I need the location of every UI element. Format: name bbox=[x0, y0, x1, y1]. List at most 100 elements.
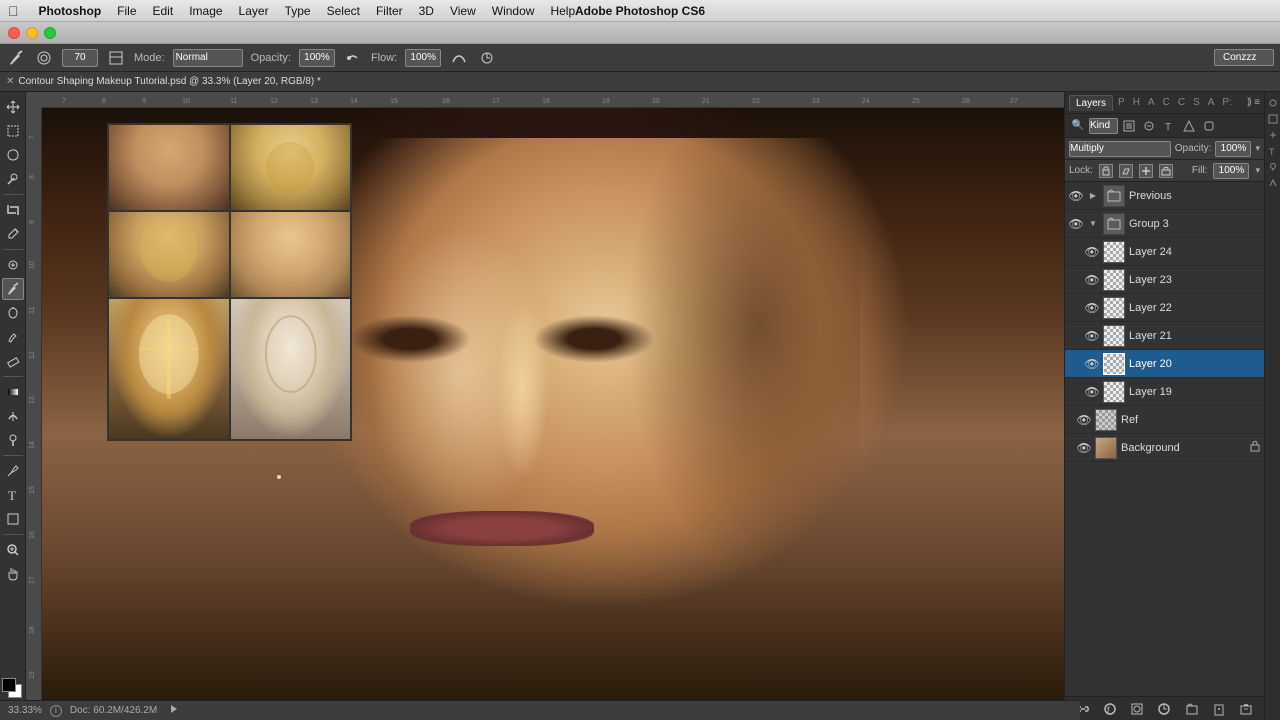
history-brush-tool[interactable] bbox=[2, 326, 24, 348]
brush-preset-icon[interactable] bbox=[106, 48, 126, 68]
visibility-19[interactable]: 👁 bbox=[1085, 385, 1099, 399]
dodge-tool[interactable] bbox=[2, 429, 24, 451]
shape-tool[interactable] bbox=[2, 508, 24, 530]
brush-tool-left[interactable] bbox=[2, 278, 24, 300]
far-right-btn-5[interactable] bbox=[1266, 160, 1280, 174]
brush-tool-icon[interactable] bbox=[6, 48, 26, 68]
pen-pressure-icon[interactable] bbox=[477, 48, 497, 68]
tab-c2[interactable]: C bbox=[1175, 95, 1188, 110]
magic-wand-tool[interactable] bbox=[2, 168, 24, 190]
new-group-btn[interactable] bbox=[1183, 700, 1201, 718]
filter-smart-icon[interactable] bbox=[1200, 117, 1218, 135]
maximize-button[interactable] bbox=[44, 27, 56, 39]
fill-value-input[interactable] bbox=[1213, 163, 1249, 179]
clone-stamp-tool[interactable] bbox=[2, 302, 24, 324]
lasso-tool[interactable] bbox=[2, 144, 24, 166]
menu-edit[interactable]: Edit bbox=[153, 4, 174, 18]
far-right-btn-1[interactable] bbox=[1266, 96, 1280, 110]
menu-3d[interactable]: 3D bbox=[419, 4, 434, 18]
menu-select[interactable]: Select bbox=[327, 4, 360, 18]
mode-select[interactable]: Normal Multiply Screen Overlay bbox=[173, 49, 243, 67]
panel-expand-icon[interactable]: ⟫ bbox=[1247, 97, 1253, 108]
layer-item-20[interactable]: 👁 Layer 20 bbox=[1065, 350, 1264, 378]
preset-picker[interactable]: Conzzz bbox=[1214, 49, 1274, 66]
layer-item-background[interactable]: 👁 Background bbox=[1065, 434, 1264, 462]
hand-tool[interactable] bbox=[2, 563, 24, 585]
filter-text-icon[interactable]: T bbox=[1160, 117, 1178, 135]
menu-view[interactable]: View bbox=[450, 4, 476, 18]
canvas-content[interactable] bbox=[42, 108, 1064, 700]
layer-item-group3[interactable]: 👁 ▼ Group 3 bbox=[1065, 210, 1264, 238]
tab-p2[interactable]: P: bbox=[1219, 95, 1234, 110]
marquee-tool[interactable] bbox=[2, 120, 24, 142]
tab-a2[interactable]: A bbox=[1205, 95, 1218, 110]
eyedropper-tool[interactable] bbox=[2, 223, 24, 245]
menu-file[interactable]: File bbox=[117, 4, 136, 18]
zoom-tool[interactable] bbox=[2, 539, 24, 561]
visibility-23[interactable]: 👁 bbox=[1085, 273, 1099, 287]
flow-input[interactable] bbox=[405, 49, 441, 67]
menu-filter[interactable]: Filter bbox=[376, 4, 403, 18]
far-right-btn-4[interactable]: T bbox=[1266, 144, 1280, 158]
opacity-value-layers[interactable] bbox=[1215, 141, 1251, 157]
menu-help[interactable]: Help bbox=[550, 4, 575, 18]
visibility-group3[interactable]: 👁 bbox=[1069, 217, 1083, 231]
far-right-btn-2[interactable] bbox=[1266, 112, 1280, 126]
move-tool[interactable] bbox=[2, 96, 24, 118]
blur-tool[interactable] bbox=[2, 405, 24, 427]
airbrush-icon[interactable] bbox=[343, 48, 363, 68]
lock-all-btn[interactable] bbox=[1159, 164, 1173, 178]
far-right-btn-6[interactable] bbox=[1266, 176, 1280, 190]
tab-a1[interactable]: A bbox=[1145, 95, 1158, 110]
close-button[interactable] bbox=[8, 27, 20, 39]
status-info-icon[interactable]: i bbox=[50, 705, 62, 717]
visibility-ref[interactable]: 👁 bbox=[1077, 413, 1091, 427]
eraser-tool[interactable] bbox=[2, 350, 24, 372]
visibility-21[interactable]: 👁 bbox=[1085, 329, 1099, 343]
apple-menu[interactable]:  bbox=[8, 3, 19, 19]
filter-kind-select[interactable]: Kind Name Effect bbox=[1089, 118, 1118, 134]
channels-tab[interactable]: P bbox=[1115, 95, 1128, 110]
paths-tab[interactable]: H bbox=[1130, 95, 1143, 110]
foreground-color-swatch[interactable] bbox=[2, 678, 16, 692]
far-right-btn-3[interactable] bbox=[1266, 128, 1280, 142]
menu-image[interactable]: Image bbox=[189, 4, 222, 18]
menu-window[interactable]: Window bbox=[492, 4, 535, 18]
visibility-previous[interactable]: 👁 bbox=[1069, 189, 1083, 203]
add-style-btn[interactable]: f bbox=[1101, 700, 1119, 718]
layer-item-23[interactable]: 👁 Layer 23 bbox=[1065, 266, 1264, 294]
new-layer-btn[interactable] bbox=[1210, 700, 1228, 718]
opacity-arrow-icon[interactable]: ▾ bbox=[1255, 143, 1260, 154]
layers-tab[interactable]: Layers bbox=[1069, 95, 1113, 111]
doc-close-button[interactable]: ✕ bbox=[6, 76, 14, 87]
group-arrow-previous[interactable]: ▶ bbox=[1087, 190, 1099, 202]
play-button[interactable] bbox=[169, 704, 179, 717]
visibility-background[interactable]: 👁 bbox=[1077, 441, 1091, 455]
gradient-tool[interactable] bbox=[2, 381, 24, 403]
layer-item-24[interactable]: 👁 Layer 24 bbox=[1065, 238, 1264, 266]
lock-image-btn[interactable] bbox=[1119, 164, 1133, 178]
brush-options-icon[interactable] bbox=[34, 48, 54, 68]
healing-brush-tool[interactable] bbox=[2, 254, 24, 276]
search-kind-icon[interactable]: 🔍 bbox=[1069, 117, 1087, 135]
visibility-22[interactable]: 👁 bbox=[1085, 301, 1099, 315]
group-arrow-group3[interactable]: ▼ bbox=[1087, 218, 1099, 230]
brush-size-input[interactable]: 70 bbox=[62, 49, 98, 67]
layer-item-previous[interactable]: 👁 ▶ Previous bbox=[1065, 182, 1264, 210]
menu-type[interactable]: Type bbox=[285, 4, 311, 18]
canvas-area[interactable]: 7 8 9 10 11 12 13 14 15 16 17 18 19 20 2… bbox=[26, 92, 1064, 720]
menu-layer[interactable]: Layer bbox=[239, 4, 269, 18]
fill-arrow-icon[interactable]: ▾ bbox=[1255, 165, 1260, 176]
visibility-24[interactable]: 👁 bbox=[1085, 245, 1099, 259]
filter-adjustment-icon[interactable] bbox=[1140, 117, 1158, 135]
filter-pixel-icon[interactable] bbox=[1120, 117, 1138, 135]
add-adjustment-btn[interactable] bbox=[1155, 700, 1173, 718]
lock-position-btn[interactable] bbox=[1139, 164, 1153, 178]
layer-item-21[interactable]: 👁 Layer 21 bbox=[1065, 322, 1264, 350]
text-tool[interactable]: T bbox=[2, 484, 24, 506]
tab-c1[interactable]: C bbox=[1160, 95, 1173, 110]
opacity-input[interactable] bbox=[299, 49, 335, 67]
lock-transparent-btn[interactable] bbox=[1099, 164, 1113, 178]
smooth-icon[interactable] bbox=[449, 48, 469, 68]
panel-menu-icon[interactable]: ≡ bbox=[1254, 97, 1260, 108]
